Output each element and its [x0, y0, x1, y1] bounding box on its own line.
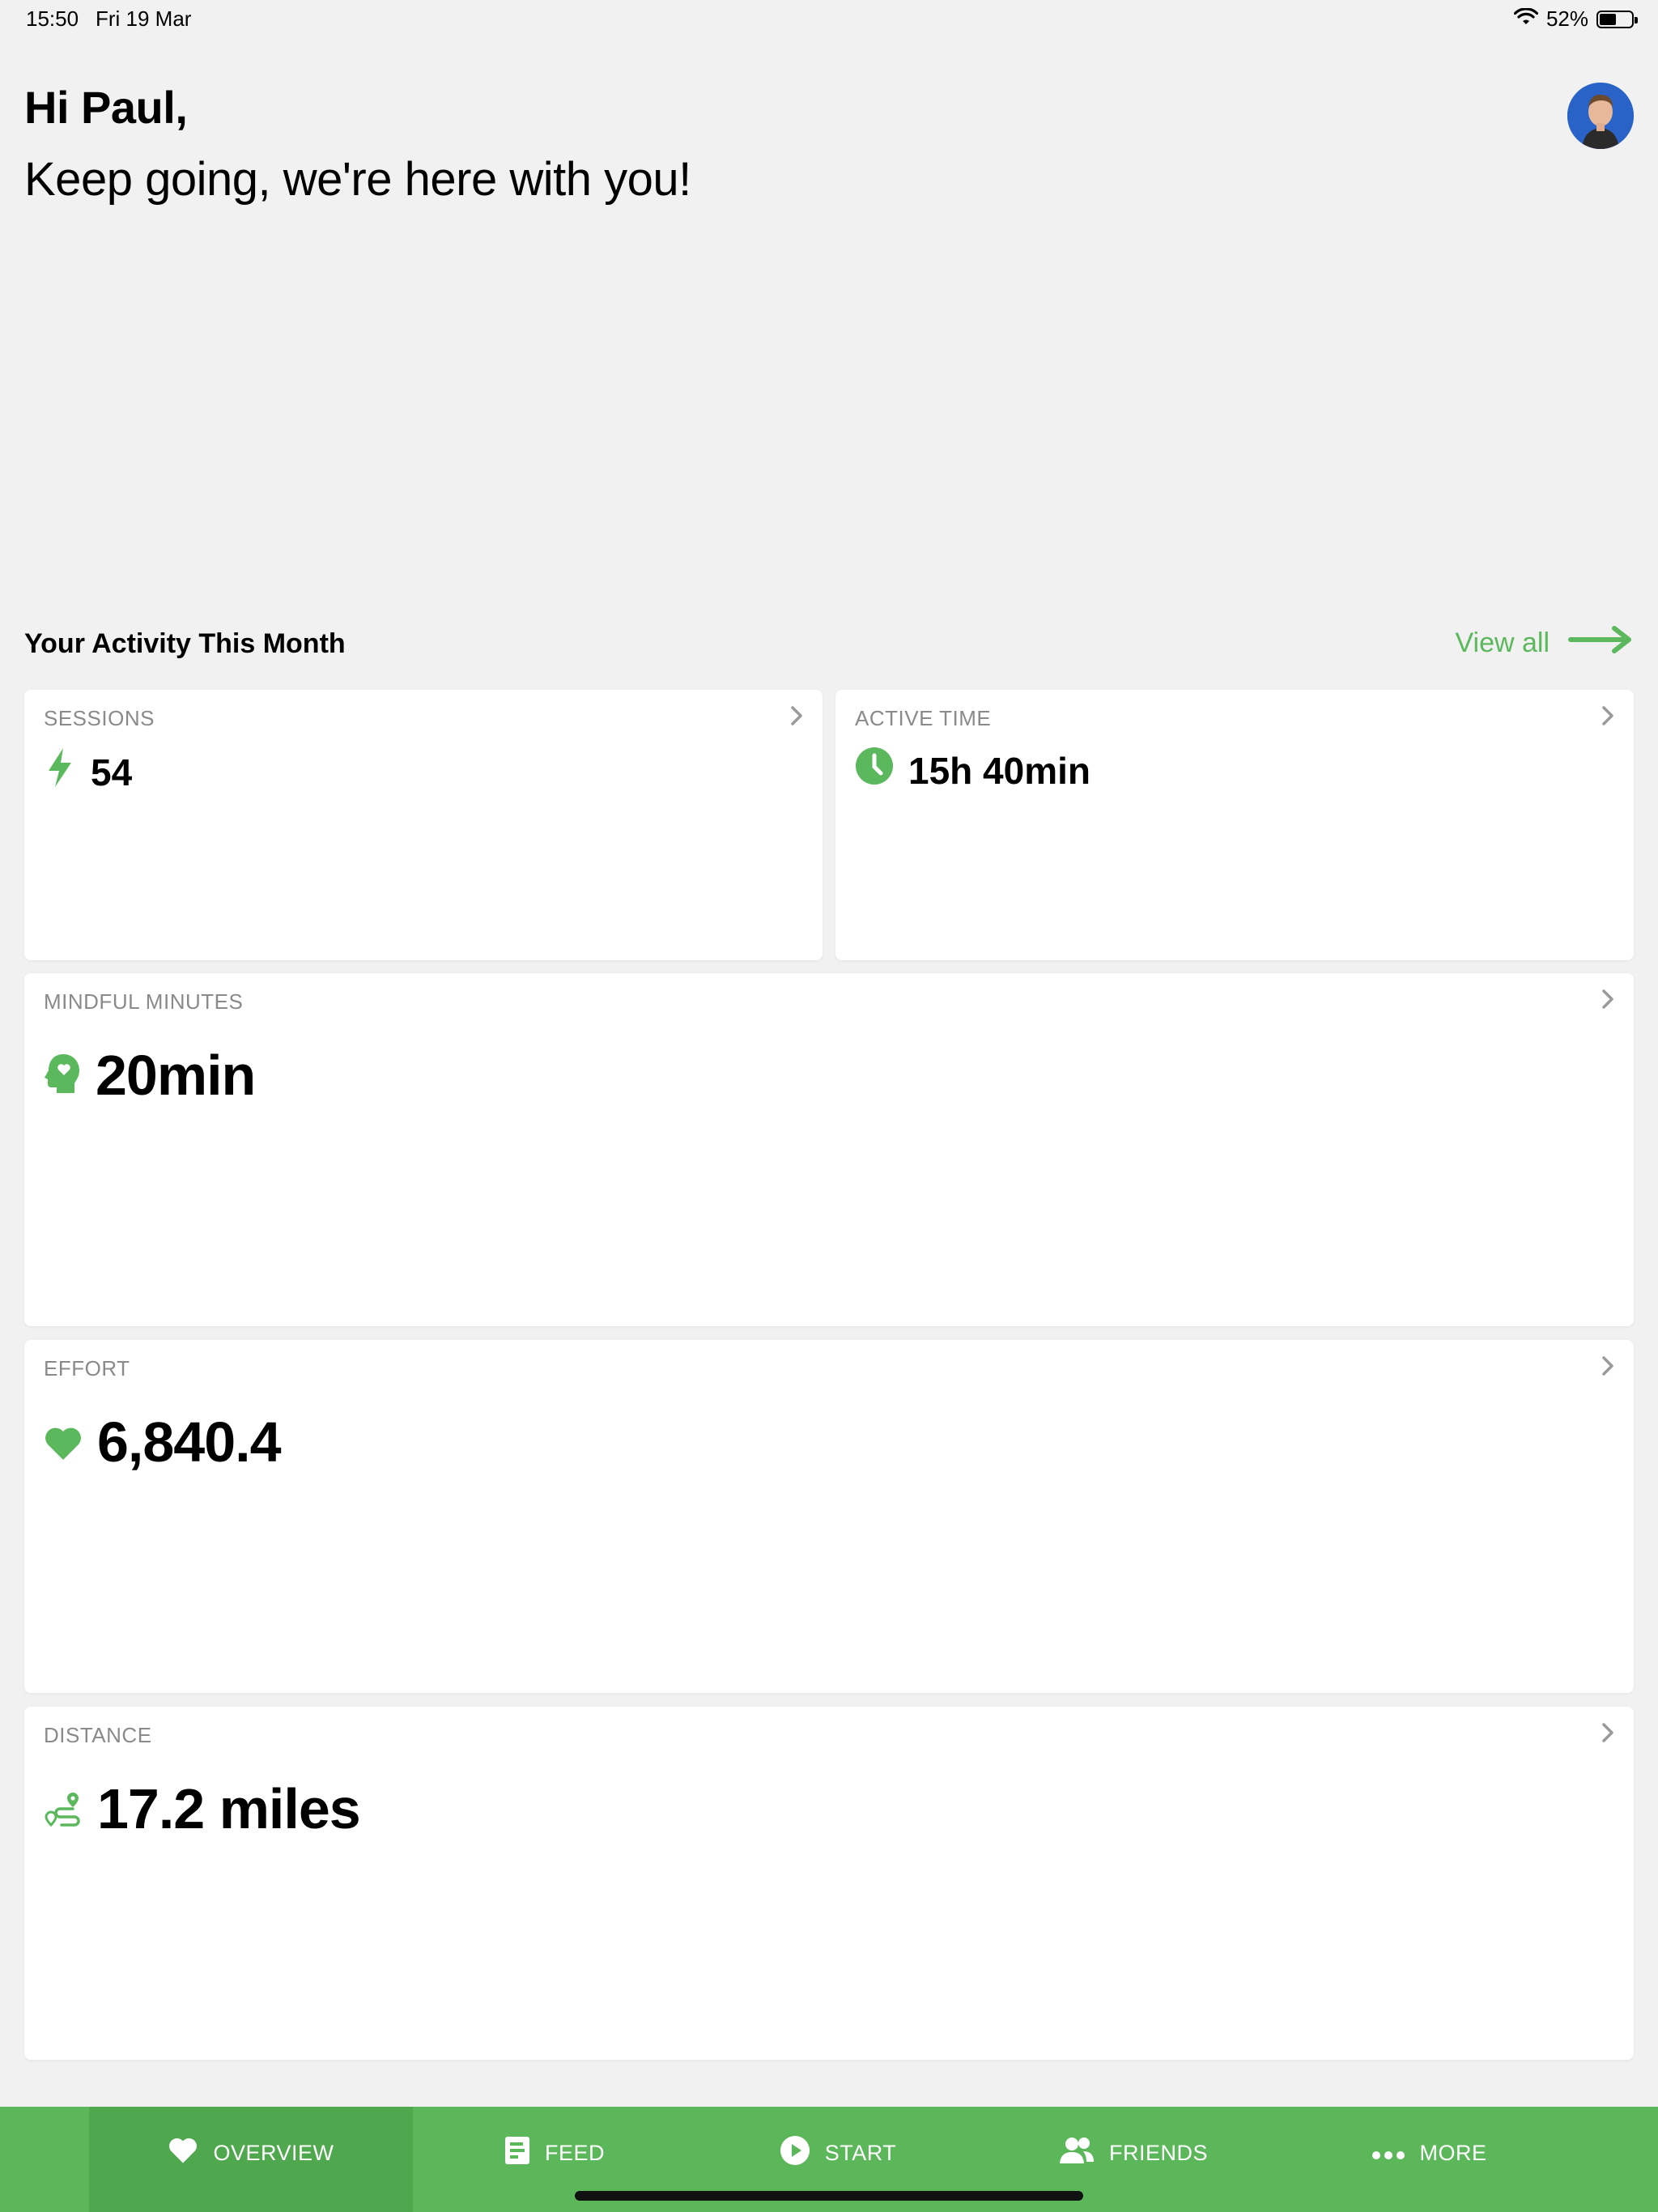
status-date: Fri 19 Mar: [96, 6, 192, 31]
wifi-icon: [1513, 6, 1539, 32]
arrow-right-icon: [1567, 623, 1634, 663]
tab-more-label: MORE: [1419, 2140, 1487, 2165]
mindful-minutes-value: 20min: [96, 1044, 256, 1107]
battery-icon: [1596, 10, 1638, 28]
mindful-minutes-label: MINDFUL MINUTES: [44, 989, 244, 1014]
effort-card[interactable]: EFFORT 6,840.4: [24, 1340, 1634, 1693]
more-icon: [1371, 2141, 1405, 2166]
view-all-label: View all: [1455, 627, 1550, 658]
tab-start-label: START: [824, 2140, 897, 2165]
activity-section-title: Your Activity This Month: [24, 628, 346, 659]
home-indicator[interactable]: [575, 2191, 1083, 2201]
greeting-subtitle: Keep going, we're here with you!: [24, 153, 691, 206]
distance-value-row: 17.2 miles: [44, 1776, 361, 1841]
heart-icon: [44, 1410, 83, 1474]
distance-card[interactable]: DISTANCE 17.2 miles: [24, 1707, 1634, 2060]
lightning-icon: [44, 747, 76, 798]
chevron-right-icon: [1600, 704, 1616, 731]
effort-value-row: 6,840.4: [44, 1410, 282, 1474]
sessions-value-row: 54: [44, 747, 132, 798]
friends-icon: [1059, 2137, 1095, 2170]
active-time-card[interactable]: ACTIVE TIME 15h 40min: [835, 690, 1634, 960]
tab-spacer-left: [0, 2107, 89, 2212]
battery-percent: 52%: [1545, 6, 1588, 31]
mind-icon: [44, 1043, 81, 1108]
active-time-label: ACTIVE TIME: [855, 706, 992, 730]
mindful-minutes-card[interactable]: MINDFUL MINUTES 20min: [24, 973, 1634, 1326]
active-time-value: 15h 40min: [908, 749, 1090, 792]
tab-friends-label: FRIENDS: [1108, 2140, 1208, 2165]
tab-overview[interactable]: OVERVIEW: [89, 2107, 413, 2212]
heart-icon: [168, 2137, 198, 2170]
sessions-card[interactable]: SESSIONS 54: [24, 690, 823, 960]
effort-value: 6,840.4: [97, 1410, 282, 1474]
profile-avatar[interactable]: [1567, 83, 1634, 149]
effort-label: EFFORT: [44, 1356, 130, 1380]
chevron-right-icon: [1600, 1721, 1616, 1748]
active-time-value-row: 15h 40min: [855, 747, 1090, 794]
status-bar: 15:50 Fri 19 Mar 52%: [0, 0, 1658, 39]
route-icon: [44, 1776, 83, 1841]
sessions-label: SESSIONS: [44, 706, 155, 730]
tab-overview-label: OVERVIEW: [213, 2140, 334, 2165]
user-avatar-icon: [1567, 83, 1634, 149]
feed-icon: [504, 2136, 530, 2171]
sessions-value: 54: [91, 751, 133, 793]
tab-more[interactable]: MORE: [1287, 2107, 1571, 2212]
chevron-right-icon: [1600, 988, 1616, 1015]
status-right: 52%: [1513, 6, 1638, 32]
mindful-value-row: 20min: [44, 1043, 256, 1108]
clock-icon: [855, 747, 894, 794]
chevron-right-icon: [789, 704, 805, 731]
distance-value: 17.2 miles: [97, 1777, 361, 1840]
status-time: 15:50: [26, 6, 79, 31]
tab-feed-label: FEED: [544, 2140, 605, 2165]
distance-label: DISTANCE: [44, 1723, 152, 1747]
chevron-right-icon: [1600, 1355, 1616, 1381]
battery-fill: [1600, 13, 1616, 25]
play-icon: [780, 2135, 810, 2172]
view-all-link[interactable]: View all: [1455, 623, 1634, 663]
greeting-title: Hi Paul,: [24, 82, 188, 133]
